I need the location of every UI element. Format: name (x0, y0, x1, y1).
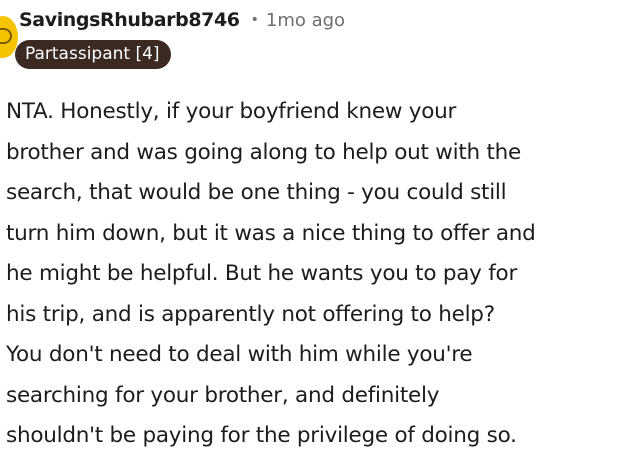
comment-body-line: brother and was going along to help out … (6, 139, 522, 165)
comment-body-line: his trip, and is apparently not offering… (6, 301, 495, 327)
comment-body-line: You don't need to deal with him while yo… (6, 342, 473, 367)
author-username-link[interactable]: SavingsRhubarb8746 (19, 9, 240, 31)
comment-body-line: search, that would be one thing - you co… (6, 180, 507, 205)
comment-body-line: turn him down, but it was a nice thing t… (6, 220, 536, 246)
avatar-icon (0, 28, 12, 44)
comment-body-line: he might be helpful. But he wants you to… (6, 261, 518, 286)
comment: SavingsRhubarb8746 • 1mo ago Partassipan… (0, 0, 638, 453)
comment-timestamp[interactable]: 1mo ago (266, 10, 345, 31)
comment-body-line: NTA. Honestly, if your boyfriend knew yo… (6, 99, 457, 124)
comment-body-line: shouldn't be paying for the privilege of… (6, 423, 517, 448)
comment-body: NTA. Honestly, if your boyfriend knew yo… (6, 92, 634, 453)
user-flair-badge: Partassipant [4] (15, 40, 171, 69)
separator-dot: • (250, 12, 259, 28)
comment-header: SavingsRhubarb8746 • 1mo ago (19, 6, 345, 34)
comment-body-line: searching for your brother, and definite… (6, 382, 440, 408)
